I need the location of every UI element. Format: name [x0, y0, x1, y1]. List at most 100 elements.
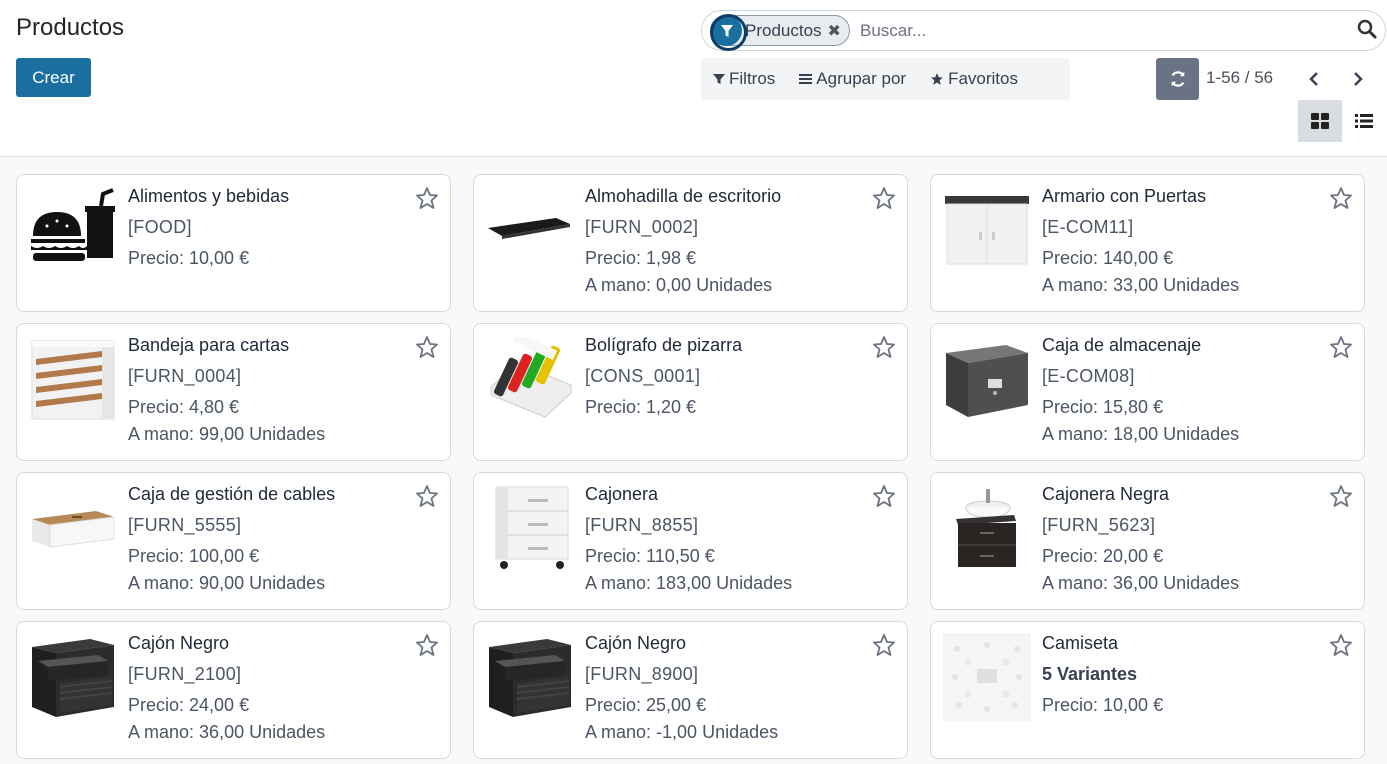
product-card[interactable]: Caja de gestión de cables [FURN_5555] Pr… [16, 472, 451, 610]
product-stock: A mano: 18,00 Unidades [1042, 424, 1240, 444]
view-switcher [1298, 100, 1386, 142]
search-bar[interactable]: Productos ✖ [701, 10, 1386, 51]
filters-label: Filtros [729, 69, 776, 88]
favorites-label: Favoritos [948, 69, 1018, 88]
product-reference: [E-COM08] [1042, 366, 1135, 386]
chevron-left-icon [1309, 72, 1318, 86]
search-options-bar: Filtros Agrupar por Favoritos [701, 58, 1070, 100]
product-reference: [E-COM11] [1042, 217, 1134, 237]
product-stock: A mano: 99,00 Unidades [128, 424, 326, 444]
list-view-button[interactable] [1342, 100, 1386, 142]
product-card[interactable]: Alimentos y bebidas [FOOD] Precio: 10,00… [16, 174, 451, 312]
favorites-dropdown[interactable]: Favoritos [930, 69, 1018, 89]
product-name: Alimentos y bebidas [128, 186, 290, 206]
product-price: Precio: 1,20 € [585, 397, 697, 417]
filters-dropdown[interactable]: Filtros [713, 69, 775, 89]
product-card[interactable]: Cajonera [FURN_8855] Precio: 110,50 € A … [473, 472, 908, 610]
drawer-unit-image [486, 483, 574, 573]
star-outline-icon[interactable] [415, 335, 439, 359]
product-stock: A mano: 36,00 Unidades [128, 722, 326, 742]
product-name: Cajonera [585, 484, 659, 504]
list-icon [799, 74, 813, 84]
control-panel: Productos Crear Productos ✖ Filtros Agru… [0, 0, 1387, 157]
product-card[interactable]: Camiseta 5 Variantes Precio: 10,00 € [930, 621, 1365, 759]
search-facet-label: Productos [745, 20, 822, 40]
product-reference: [FURN_2100] [128, 664, 242, 684]
product-reference: [FURN_5555] [128, 515, 242, 535]
product-price: Precio: 15,80 € [1042, 397, 1164, 417]
product-price: Precio: 140,00 € [1042, 248, 1174, 268]
product-card[interactable]: Almohadilla de escritorio [FURN_0002] Pr… [473, 174, 908, 312]
product-card[interactable]: Bandeja para cartas [FURN_0004] Precio: … [16, 323, 451, 461]
product-price: Precio: 100,00 € [128, 546, 260, 566]
product-name: Cajonera Negra [1042, 484, 1170, 504]
product-name: Caja de gestión de cables [128, 484, 336, 504]
product-variants: 5 Variantes [1042, 664, 1138, 684]
product-name: Bandeja para cartas [128, 335, 290, 355]
pager-previous-button[interactable] [1302, 66, 1326, 92]
product-price: Precio: 1,98 € [585, 248, 697, 268]
product-stock: A mano: -1,00 Unidades [585, 722, 779, 742]
product-name: Armario con Puertas [1042, 186, 1207, 206]
product-card[interactable]: Armario con Puertas [E-COM11] Precio: 14… [930, 174, 1365, 312]
product-name: Caja de almacenaje [1042, 335, 1202, 355]
create-button[interactable]: Crear [16, 58, 91, 97]
pager-next-button[interactable] [1346, 66, 1370, 92]
star-outline-icon[interactable] [1329, 186, 1353, 210]
product-stock: A mano: 0,00 Unidades [585, 275, 773, 295]
star-outline-icon[interactable] [872, 335, 896, 359]
product-reference: [FURN_5623] [1042, 515, 1156, 535]
page-title: Productos [16, 14, 125, 41]
product-stock: A mano: 36,00 Unidades [1042, 573, 1240, 593]
search-icon[interactable] [1357, 19, 1379, 41]
product-name: Camiseta [1042, 633, 1119, 653]
product-price: Precio: 110,50 € [585, 546, 715, 566]
product-price: Precio: 25,00 € [585, 695, 707, 715]
star-outline-icon[interactable] [415, 484, 439, 508]
star-outline-icon[interactable] [1329, 335, 1353, 359]
product-name: Cajón Negro [128, 633, 230, 653]
search-facet: Productos ✖ [710, 14, 850, 51]
storage-box-image [943, 334, 1031, 424]
filter-icon [713, 74, 725, 84]
cable-box-image [29, 483, 117, 573]
product-name: Bolígrafo de pizarra [585, 335, 743, 355]
star-outline-icon[interactable] [872, 633, 896, 657]
refresh-icon [1171, 71, 1184, 87]
product-price: Precio: 10,00 € [1042, 695, 1164, 715]
facet-remove-icon[interactable]: ✖ [828, 21, 841, 41]
product-card[interactable]: Caja de almacenaje [E-COM08] Precio: 15,… [930, 323, 1365, 461]
product-reference: [FURN_8900] [585, 664, 699, 684]
star-outline-icon[interactable] [872, 186, 896, 210]
black-drawer-image [486, 632, 574, 722]
product-name: Cajón Negro [585, 633, 687, 653]
letter-tray-image [29, 334, 117, 424]
list-icon [1355, 114, 1373, 128]
desk-pad-image [486, 185, 574, 275]
product-price: Precio: 20,00 € [1042, 546, 1164, 566]
star-outline-icon[interactable] [1329, 633, 1353, 657]
product-card[interactable]: Bolígrafo de pizarra [CONS_0001] Precio:… [473, 323, 908, 461]
black-drawer-image [29, 632, 117, 722]
product-card[interactable]: Cajón Negro [FURN_2100] Precio: 24,00 € … [16, 621, 451, 759]
filter-icon [710, 14, 747, 51]
refresh-button[interactable] [1156, 58, 1199, 100]
product-card[interactable]: Cajón Negro [FURN_8900] Precio: 25,00 € … [473, 621, 908, 759]
product-stock: A mano: 90,00 Unidades [128, 573, 326, 593]
cabinet-image [943, 185, 1031, 275]
group-by-dropdown[interactable]: Agrupar por [799, 69, 906, 89]
product-price: Precio: 4,80 € [128, 397, 240, 417]
product-card[interactable]: Cajonera Negra [FURN_5623] Precio: 20,00… [930, 472, 1365, 610]
star-outline-icon[interactable] [415, 633, 439, 657]
food-icon [29, 185, 117, 275]
star-outline-icon[interactable] [872, 484, 896, 508]
product-price: Precio: 10,00 € [128, 248, 250, 268]
group-by-label: Agrupar por [816, 69, 907, 88]
search-input[interactable] [860, 19, 1340, 43]
product-stock: A mano: 183,00 Unidades [585, 573, 793, 593]
star-outline-icon[interactable] [1329, 484, 1353, 508]
star-outline-icon[interactable] [415, 186, 439, 210]
kanban-view-button[interactable] [1298, 100, 1342, 142]
product-reference: [FURN_8855] [585, 515, 699, 535]
pager-value[interactable]: 1-56 / 56 [1206, 68, 1273, 88]
